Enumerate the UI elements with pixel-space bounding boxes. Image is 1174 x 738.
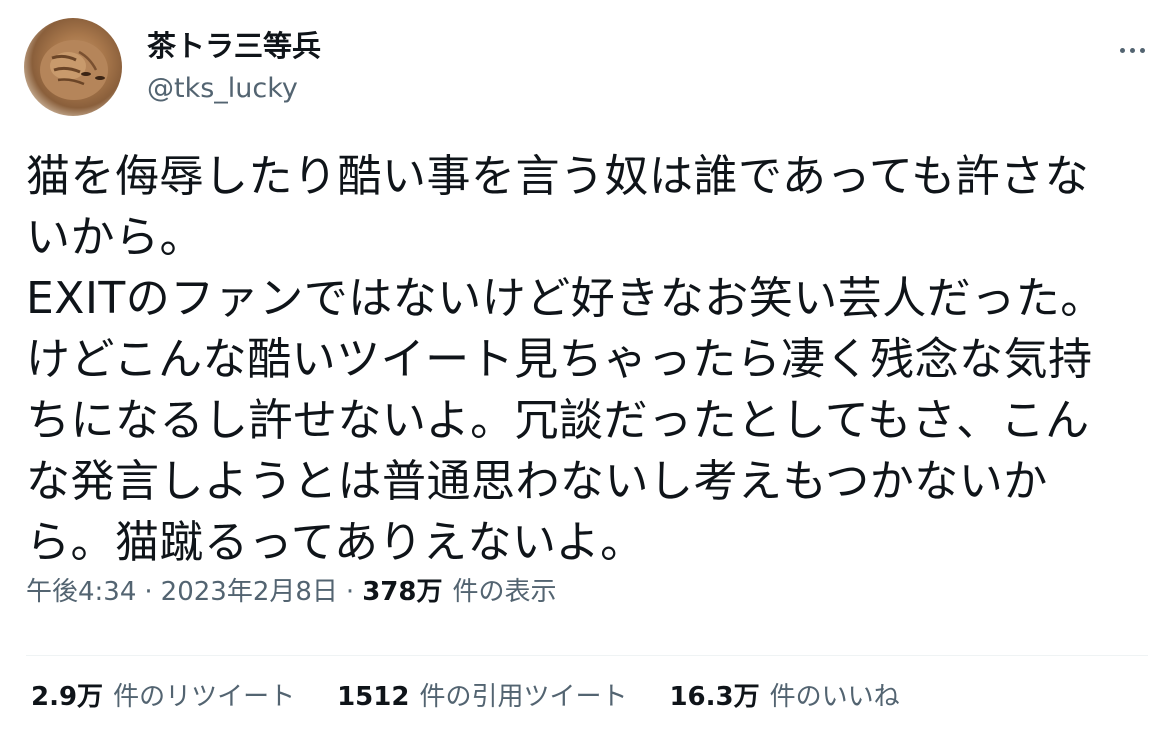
tweet-meta: 午後4:34 · 2023年2月8日 · 378万 件の表示 xyxy=(26,573,556,611)
views-count[interactable]: 378万 xyxy=(362,577,442,607)
tweet-time[interactable]: 午後4:34 xyxy=(26,577,136,607)
tweet-text-line: ちになるし許せないよ。冗談だったとしてもさ、こん xyxy=(26,395,1090,446)
more-options-icon xyxy=(1117,47,1147,53)
tweet-text: 猫を侮辱したり酷い事を言う奴は誰であっても許さな いから。 EXITのファンでは… xyxy=(26,146,1151,573)
tweet-text-line: ら。猫蹴るってありえないよ。 xyxy=(26,517,645,568)
user-avatar[interactable] xyxy=(24,18,122,116)
tweet-card: 茶トラ三等兵 @tks_lucky 猫を侮辱したり酷い事を言う奴は誰であっても許… xyxy=(0,0,1174,738)
tweet-text-line: な発言しようとは普通思わないし考えもつかないか xyxy=(26,456,1048,507)
meta-separator: · xyxy=(345,577,355,607)
tweet-date[interactable]: 2023年2月8日 xyxy=(161,577,338,607)
user-handle[interactable]: @tks_lucky xyxy=(147,72,321,106)
quotes-label: 件の引用ツイート xyxy=(419,682,628,712)
likes-count: 16.3万 xyxy=(669,682,760,712)
retweets-label: 件のリツイート xyxy=(113,682,296,712)
retweets-count: 2.9万 xyxy=(31,682,104,712)
tweet-text-line: EXITのファンではないけど好きなお笑い芸人だった。 xyxy=(26,273,1105,324)
tweet-stats: 2.9万 件のリツイート 1512 件の引用ツイート 16.3万 件のいいね xyxy=(31,678,942,716)
meta-separator: · xyxy=(144,577,153,607)
views-label: 件の表示 xyxy=(452,577,557,607)
tweet-text-line: けどこんな酷いツイート見ちゃったら凄く残念な気持 xyxy=(26,334,1093,385)
cat-avatar-icon xyxy=(40,40,108,100)
quotes-count: 1512 xyxy=(337,682,410,712)
user-info: 茶トラ三等兵 @tks_lucky xyxy=(147,28,321,106)
likes-label: 件のいいね xyxy=(769,682,900,712)
likes-stat[interactable]: 16.3万 件のいいね xyxy=(669,678,899,716)
divider xyxy=(26,655,1148,656)
tweet-text-line: いから。 xyxy=(26,212,204,263)
more-options-button[interactable] xyxy=(1112,30,1152,70)
quotes-stat[interactable]: 1512 件の引用ツイート xyxy=(337,678,627,716)
tweet-text-line: 猫を侮辱したり酷い事を言う奴は誰であっても許さな xyxy=(26,151,1090,202)
display-name[interactable]: 茶トラ三等兵 xyxy=(147,28,321,64)
retweets-stat[interactable]: 2.9万 件のリツイート xyxy=(31,678,295,716)
